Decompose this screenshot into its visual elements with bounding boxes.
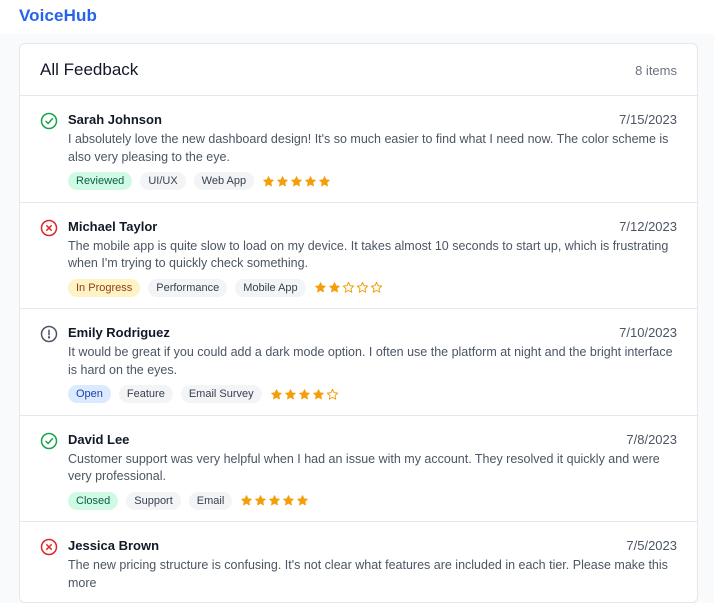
star-filled-icon: [305, 175, 317, 186]
customer-name: Jessica Brown: [68, 538, 160, 553]
status-badge: Open: [68, 385, 111, 403]
x-circle-icon: [40, 219, 58, 237]
star-filled-icon: [263, 175, 275, 186]
status-badge: Reviewed: [68, 172, 133, 190]
tag-row: Open Feature Email Survey: [68, 385, 339, 403]
star-filled-icon: [328, 282, 340, 293]
customer-name: Emily Rodriguez: [68, 325, 170, 340]
check-circle-icon: [40, 112, 58, 130]
alert-circle-icon: [40, 325, 58, 343]
channel-tag: Mobile App: [235, 278, 306, 297]
customer-name: Michael Taylor: [68, 218, 158, 234]
star-filled-icon: [284, 388, 296, 399]
star-filled-icon: [312, 388, 324, 399]
feedback-date: 7/15/2023: [619, 112, 677, 127]
top-bar: VoiceHub: [0, 0, 714, 34]
category-tag: UI/UX: [140, 172, 186, 190]
check-circle-icon: [40, 432, 58, 450]
star-empty-icon: [342, 281, 354, 293]
tag-row: Reviewed UI/UX Web App: [68, 172, 331, 190]
feedback-text: I absolutely love the new dashboard desi…: [68, 132, 669, 164]
panel-title: All Feedback: [40, 60, 139, 79]
feedback-item[interactable]: Jessica Brown 7/5/2023 The new pricing s…: [20, 522, 697, 602]
rating-stars: [262, 175, 331, 188]
feedback-date: 7/5/2023: [626, 538, 677, 553]
category-tag: Performance: [148, 278, 228, 297]
feedback-item[interactable]: David Lee 7/8/2023 Customer support was …: [20, 416, 697, 522]
star-filled-icon: [269, 495, 281, 506]
star-filled-icon: [298, 388, 310, 399]
star-filled-icon: [291, 175, 303, 186]
feedback-item[interactable]: Emily Rodriguez 7/10/2023 It would be gr…: [20, 309, 697, 416]
feedback-list: Sarah Johnson 7/15/2023 I absolutely lov…: [20, 96, 697, 602]
feedback-date: 7/10/2023: [619, 325, 677, 340]
status-badge: In Progress: [68, 278, 141, 297]
rating-stars: [240, 494, 309, 507]
panel-header: All Feedback 8 items: [20, 44, 697, 96]
customer-name: David Lee: [68, 431, 130, 447]
star-filled-icon: [277, 175, 289, 186]
feedback-panel: All Feedback 8 items Sarah Johnson 7/15/…: [19, 43, 698, 603]
star-empty-icon: [356, 281, 368, 293]
channel-tag: Email Survey: [180, 385, 262, 403]
feedback-text: The new pricing structure is confusing. …: [68, 558, 668, 590]
star-empty-icon: [326, 388, 338, 400]
channel-tag: Web App: [193, 172, 255, 190]
feedback-text: Customer support was very helpful when I…: [68, 451, 660, 484]
customer-name: Sarah Johnson: [68, 112, 162, 127]
star-filled-icon: [255, 495, 267, 506]
star-filled-icon: [241, 495, 253, 506]
feedback-text: The mobile app is quite slow to load on …: [68, 238, 669, 271]
star-filled-icon: [314, 282, 326, 293]
tag-row: In Progress Performance Mobile App: [68, 278, 383, 297]
star-filled-icon: [319, 175, 331, 186]
x-circle-icon: [40, 538, 58, 556]
item-count: 8 items: [635, 63, 677, 78]
rating-stars: [270, 388, 339, 401]
star-empty-icon: [370, 281, 382, 293]
rating-stars: [314, 281, 383, 294]
feedback-date: 7/8/2023: [626, 431, 677, 447]
star-filled-icon: [270, 388, 282, 399]
feedback-date: 7/12/2023: [619, 218, 677, 234]
category-tag: Feature: [118, 385, 173, 403]
app-logo[interactable]: VoiceHub: [19, 6, 97, 26]
feedback-text: It would be great if you could add a dar…: [68, 345, 673, 377]
star-filled-icon: [297, 495, 309, 506]
category-tag: Support: [126, 491, 181, 510]
tag-row: Closed Support Email: [68, 491, 309, 510]
feedback-item[interactable]: Michael Taylor 7/12/2023 The mobile app …: [20, 203, 697, 309]
status-badge: Closed: [68, 491, 119, 510]
channel-tag: Email: [188, 491, 233, 510]
star-filled-icon: [283, 495, 295, 506]
feedback-item[interactable]: Sarah Johnson 7/15/2023 I absolutely lov…: [20, 96, 697, 203]
